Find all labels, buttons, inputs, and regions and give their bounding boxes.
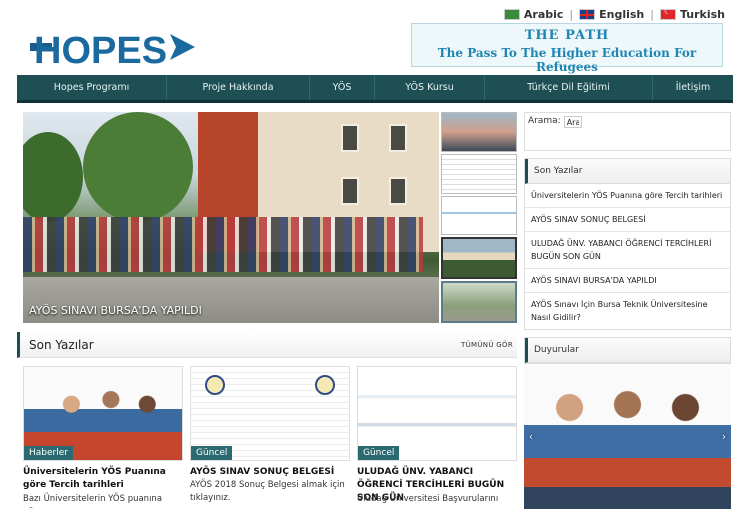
slider-thumbnails: [441, 112, 517, 323]
post-excerpt: AYÖS 2018 Sonuç Belgesi almak için tıkla…: [190, 480, 345, 503]
slider-caption[interactable]: AYÖS SINAVI BURSA'DA YAPILDI: [29, 304, 202, 317]
slider-thumb-3[interactable]: [441, 195, 517, 236]
window: [341, 177, 359, 205]
divider: |: [569, 7, 574, 21]
slider-thumb-5[interactable]: [441, 281, 517, 323]
student-group-photo: [23, 217, 423, 272]
tagline-title: THE PATH: [524, 28, 610, 43]
announcement-slider[interactable]: ‹ ›: [524, 364, 731, 509]
divider: |: [650, 7, 654, 21]
post-card: Güncel AYÖS SINAV SONUÇ BELGESİ AYÖS 201…: [190, 366, 350, 509]
turkey-flag-icon: [659, 7, 676, 20]
saudi-flag-icon: [503, 8, 520, 20]
post-card: Haberler Üniversitelerin YÖS Puanına gör…: [23, 366, 183, 509]
svg-text:HOPES: HOPES: [34, 30, 167, 68]
see-all-link[interactable]: TÜMÜNÜ GÖR: [461, 341, 513, 349]
chevron-right-icon[interactable]: ›: [719, 430, 729, 444]
search-label: Arama:: [528, 116, 561, 126]
list-item[interactable]: Üniversitelerin YÖS Puanına göre Tercih …: [525, 184, 730, 208]
recent-posts-list: Üniversitelerin YÖS Puanına göre Tercih …: [525, 184, 730, 329]
nav-item-iletisim[interactable]: İletişim: [653, 75, 733, 100]
uk-flag-icon: [579, 8, 596, 20]
tree: [23, 132, 83, 222]
main-nav: Hopes Programı Proje Hakkında YÖS YÖS Ku…: [17, 75, 733, 103]
nav-item-hopes-programi[interactable]: Hopes Programı: [17, 75, 167, 100]
nav-item-proje-hakkinda[interactable]: Proje Hakkında: [167, 75, 310, 100]
language-switcher: Arabic | English | Turkish: [503, 6, 725, 22]
recent-posts-cards: Haberler Üniversitelerin YÖS Puanına gör…: [23, 366, 517, 509]
slider-thumb-2[interactable]: [441, 153, 517, 194]
widget-title: Duyurular: [525, 338, 730, 363]
post-thumbnail[interactable]: Güncel: [357, 366, 517, 461]
category-badge[interactable]: Güncel: [191, 446, 233, 460]
post-thumbnail[interactable]: Haberler: [23, 366, 183, 461]
post-excerpt: Uludağ Üniversitesi Başvurularını: [357, 494, 499, 504]
seal-icon: [205, 375, 225, 395]
recent-posts-widget: Son Yazılar Üniversitelerin YÖS Puanına …: [524, 158, 731, 330]
nav-item-yos[interactable]: YÖS: [310, 75, 375, 100]
list-item[interactable]: AYÖS SINAVI BURSA'DA YAPILDI: [525, 269, 730, 293]
nav-item-turkce-dil-egitimi[interactable]: Türkçe Dil Eğitimi: [485, 75, 653, 100]
list-item[interactable]: AYÖS Sınavı İçin Bursa Teknik Üniversite…: [525, 293, 730, 329]
tagline-subtitle: The Pass To The Higher Education For Ref…: [437, 46, 697, 74]
post-thumbnail[interactable]: Güncel: [190, 366, 350, 461]
window: [341, 124, 359, 152]
tree: [83, 112, 193, 222]
post-excerpt: Bazı Üniversitelerin YÖS puanına göre: [23, 494, 163, 509]
widget-title: Son Yazılar: [525, 159, 730, 184]
window: [389, 124, 407, 152]
post-card: Güncel ULUDAĞ ÜNV. YABANCI ÖĞRENCİ TERCİ…: [357, 366, 517, 509]
section-title: Son Yazılar: [29, 337, 94, 352]
tagline-banner: THE PATH The Pass To The Higher Educatio…: [411, 23, 723, 74]
lang-arabic[interactable]: Arabic: [503, 8, 563, 21]
list-item[interactable]: AYÖS SINAV SONUÇ BELGESİ: [525, 208, 730, 232]
hopes-logo[interactable]: HOPES: [30, 26, 195, 68]
list-item[interactable]: ULUDAĞ ÜNV. YABANCI ÖĞRENCİ TERCİHLERİ B…: [525, 232, 730, 269]
seal-icon: [315, 375, 335, 395]
slider-thumb-4[interactable]: [441, 237, 517, 280]
search-input[interactable]: [563, 116, 582, 128]
site-header: HOPES Arabic | English | Turkish THE PAT…: [0, 0, 733, 74]
post-title[interactable]: Üniversitelerin YÖS Puanına göre Tercih …: [23, 466, 183, 492]
category-badge[interactable]: Haberler: [24, 446, 73, 460]
featured-slider[interactable]: AYÖS SINAVI BURSA'DA YAPILDI: [23, 112, 439, 323]
chevron-left-icon[interactable]: ‹: [526, 430, 536, 444]
category-badge[interactable]: Güncel: [358, 446, 400, 460]
search-widget: Arama:: [524, 112, 731, 151]
window: [389, 177, 407, 205]
slider-thumb-1[interactable]: [441, 112, 517, 152]
nav-item-yos-kursu[interactable]: YÖS Kursu: [375, 75, 485, 100]
post-title[interactable]: AYÖS SINAV SONUÇ BELGESİ: [190, 466, 350, 479]
announcements-widget: Duyurular: [524, 337, 731, 364]
lang-english[interactable]: English: [579, 8, 644, 21]
recent-posts-header: Son Yazılar TÜMÜNÜ GÖR: [17, 332, 517, 358]
lang-turkish[interactable]: Turkish: [659, 7, 725, 21]
